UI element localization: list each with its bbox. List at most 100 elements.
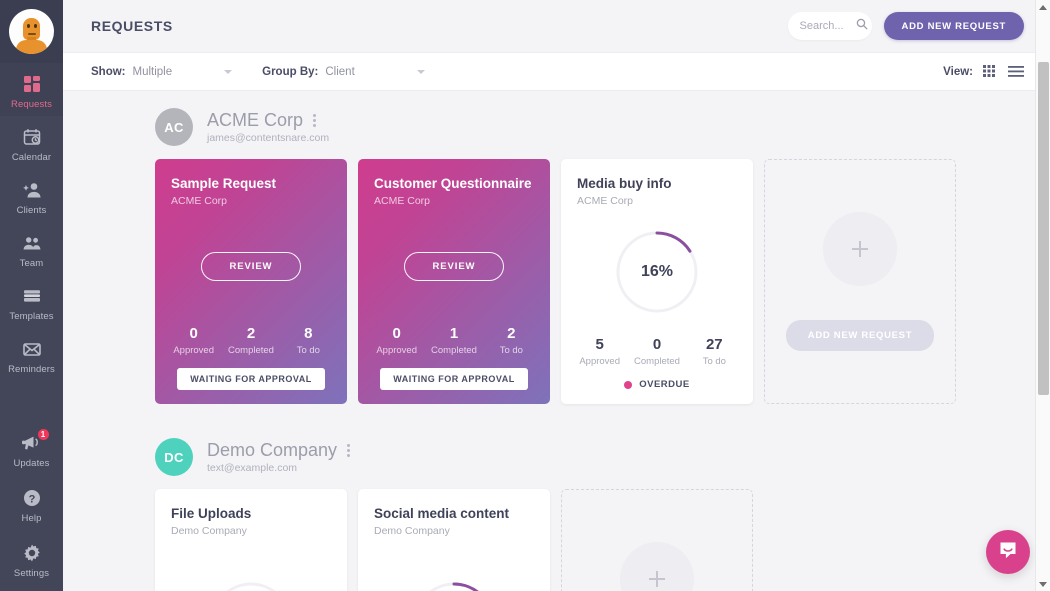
client-avatar: DC	[155, 438, 193, 476]
chevron-down-icon[interactable]	[224, 69, 233, 74]
request-card[interactable]: Sample Request ACME Corp REVIEW 0 Approv…	[155, 159, 347, 404]
sidebar-item-label: Clients	[16, 205, 47, 216]
client-menu-icon[interactable]	[311, 112, 318, 129]
updates-badge: 1	[36, 428, 50, 441]
stat-value: 2	[507, 324, 516, 342]
request-stats: 0 Approved 1 Completed 2 To do	[358, 324, 550, 356]
topbar: REQUESTS ADD NEW REQUEST	[63, 0, 1050, 53]
progress-ring-svg	[413, 582, 495, 591]
sidebar-item-team[interactable]: Team	[0, 222, 63, 275]
group-by-filter[interactable]: Group By: Client	[262, 66, 425, 78]
stat-label: To do	[499, 345, 523, 356]
browser-scrollbar[interactable]	[1035, 0, 1050, 591]
client-group-header: DC Demo Company text@example.com	[63, 421, 1050, 489]
scroll-down-arrow[interactable]	[1036, 577, 1050, 591]
sidebar-item-updates[interactable]: 1 Updates	[0, 422, 63, 477]
request-status-row: OVERDUE	[561, 367, 753, 404]
request-card[interactable]: File Uploads Demo Company 0%	[155, 489, 347, 591]
stat-value: 0	[652, 335, 662, 353]
search-field[interactable]	[799, 20, 850, 32]
app-root: Requests Calendar Clients Team Templates	[0, 0, 1050, 591]
status-badge: OVERDUE	[624, 379, 689, 390]
view-switcher: View:	[943, 64, 1024, 79]
sidebar-item-reminders[interactable]: Reminders	[0, 328, 63, 381]
request-card[interactable]: Customer Questionnaire ACME Corp REVIEW …	[358, 159, 550, 404]
scroll-up-arrow[interactable]	[1036, 0, 1050, 14]
show-value: Multiple	[132, 65, 173, 78]
client-name: ACME Corp	[207, 110, 304, 130]
sidebar-item-clients[interactable]: Clients	[0, 169, 63, 222]
main-area: REQUESTS ADD NEW REQUEST Show: Multiple …	[63, 0, 1050, 591]
sidebar-item-calendar[interactable]: Calendar	[0, 116, 63, 169]
add-circle	[823, 212, 897, 286]
request-status-row: WAITING FOR APPROVAL	[155, 356, 347, 404]
add-circle	[620, 542, 694, 591]
request-card-list: File Uploads Demo Company 0%	[63, 489, 1050, 591]
calendar-clock-icon	[21, 126, 43, 148]
sidebar: Requests Calendar Clients Team Templates	[0, 0, 63, 591]
review-button[interactable]: REVIEW	[200, 251, 302, 281]
status-dot-icon	[624, 380, 633, 389]
stat-todo: 2 To do	[483, 324, 540, 356]
scrollbar-thumb[interactable]	[1038, 62, 1049, 395]
show-label: Show:	[91, 65, 126, 78]
sidebar-item-templates[interactable]: Templates	[0, 275, 63, 328]
svg-text:?: ?	[28, 493, 35, 505]
people-icon	[21, 232, 43, 254]
show-filter[interactable]: Show: Multiple	[91, 65, 233, 78]
client-meta: Demo Company text@example.com	[207, 440, 352, 474]
status-text: OVERDUE	[639, 379, 690, 390]
envelope-icon	[21, 338, 43, 360]
add-request-card[interactable]: ADD NEW REQUEST	[561, 489, 753, 591]
list-view-icon[interactable]	[1008, 64, 1024, 79]
request-card[interactable]: Media buy info ACME Corp 16% 5 Approved …	[561, 159, 753, 404]
sidebar-item-label: Reminders	[8, 364, 55, 375]
stat-value: 5	[595, 335, 604, 353]
client-name: Demo Company	[207, 440, 338, 460]
request-stats: 0 Approved 2 Completed 8 To do	[155, 325, 347, 356]
chat-bubble-icon	[997, 539, 1019, 566]
sidebar-item-label: Help	[21, 513, 42, 524]
client-meta: ACME Corp james@contentsnare.com	[207, 110, 329, 144]
client-avatar: AC	[155, 108, 193, 146]
search-input[interactable]	[787, 12, 872, 40]
person-add-icon	[21, 179, 43, 201]
chat-launcher-button[interactable]	[986, 530, 1030, 574]
topbar-actions: ADD NEW REQUEST	[787, 12, 1024, 40]
stat-label: Approved	[579, 356, 620, 367]
chevron-down-icon[interactable]	[416, 69, 425, 74]
stat-approved: 0 Approved	[165, 325, 222, 356]
sidebar-item-label: Settings	[13, 568, 50, 579]
request-card[interactable]: Social media content Demo Company 29%	[358, 489, 550, 591]
grid-icon	[21, 73, 43, 95]
user-avatar-image	[9, 9, 54, 54]
add-request-card[interactable]: ADD NEW REQUEST	[764, 159, 956, 404]
sidebar-item-help[interactable]: ? Help	[0, 477, 63, 532]
sidebar-item-settings[interactable]: Settings	[0, 532, 63, 591]
request-title: Customer Questionnaire	[374, 176, 532, 191]
search-icon	[856, 17, 868, 35]
client-menu-icon[interactable]	[345, 442, 352, 459]
megaphone-icon: 1	[21, 428, 50, 454]
request-client: ACME Corp	[171, 195, 228, 208]
stat-label: Approved	[173, 345, 214, 356]
review-button[interactable]: REVIEW	[403, 251, 505, 281]
avatar[interactable]	[0, 0, 63, 63]
grid-view-icon[interactable]	[983, 64, 998, 79]
request-client: Demo Company	[374, 525, 450, 538]
request-title: Sample Request	[171, 176, 277, 191]
add-new-request-card-button[interactable]: ADD NEW REQUEST	[785, 320, 935, 351]
sidebar-item-label: Requests	[11, 99, 52, 110]
sidebar-item-requests[interactable]: Requests	[0, 63, 63, 116]
sidebar-item-label: Team	[19, 258, 44, 269]
stat-todo: 8 To do	[280, 325, 337, 356]
request-title: Social media content	[374, 506, 510, 521]
stat-value: 27	[705, 335, 723, 353]
scrollbar-track[interactable]	[1036, 14, 1050, 577]
request-status-row: WAITING FOR APPROVAL	[358, 356, 550, 404]
plus-icon	[852, 241, 868, 257]
client-group-header: AC ACME Corp james@contentsnare.com	[63, 91, 1050, 159]
stat-value: 0	[392, 324, 401, 342]
add-new-request-button[interactable]: ADD NEW REQUEST	[883, 12, 1024, 40]
stat-completed: 2 Completed	[222, 325, 279, 356]
